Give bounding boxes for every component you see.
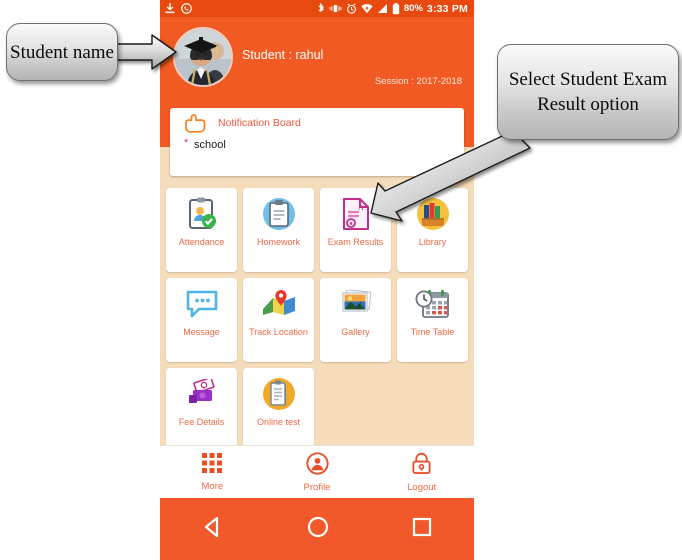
battery-percent: 80% <box>403 3 423 14</box>
nav-item-more[interactable]: More <box>160 452 265 492</box>
nav-item-logout[interactable]: Logout <box>369 452 474 493</box>
library-icon <box>416 191 450 237</box>
tile-label: Library <box>418 237 447 247</box>
square-recents-icon[interactable] <box>412 517 432 542</box>
notification-bullet: * <box>184 137 189 149</box>
bottom-navigation-bar: More Profile Logout <box>160 445 474 498</box>
status-bar: 80% 3:33 PM <box>160 0 474 17</box>
callout-student-name: Student name <box>6 23 118 81</box>
grid-row: Attendance Homework A Exam Results Libra… <box>160 188 474 278</box>
nav-item-label: Profile <box>303 481 331 493</box>
alarm-icon <box>346 3 357 14</box>
bluetooth-icon <box>317 2 325 15</box>
track-location-icon <box>261 281 297 327</box>
tile-label: Exam Results <box>327 237 384 247</box>
clock-time: 3:33 PM <box>426 2 468 15</box>
notification-item: school <box>194 139 226 151</box>
nav-item-label: Logout <box>407 481 437 493</box>
nav-item-profile[interactable]: Profile <box>265 451 370 493</box>
whatsapp-icon <box>181 3 192 14</box>
tile-label: Fee Details <box>178 417 225 427</box>
tile-gallery[interactable]: Gallery <box>320 278 391 362</box>
tile-message[interactable]: Message <box>166 278 237 362</box>
android-system-navigation <box>160 498 474 560</box>
grid-more-icon <box>201 452 223 479</box>
triangle-back-icon[interactable] <box>202 516 224 543</box>
notification-board-card[interactable]: Notification Board * school <box>170 108 464 176</box>
svg-text:A: A <box>358 203 364 212</box>
download-icon <box>165 3 175 14</box>
circle-home-icon[interactable] <box>307 516 329 543</box>
gallery-icon <box>339 281 373 327</box>
phone-screen: 80% 3:33 PM Student: rahul Session: 20… <box>160 0 474 560</box>
callout-select-exam-result: Select Student Exam Result option <box>497 44 679 140</box>
status-bar-left-icons <box>160 3 192 14</box>
tile-library[interactable]: Library <box>397 188 468 272</box>
lock-logout-icon <box>411 452 432 480</box>
tile-fee-details[interactable]: Fee Details <box>166 368 237 452</box>
grid-empty-slot <box>320 368 391 452</box>
app-header: Student : rahul Session : 2017-2018 Noti… <box>160 17 474 176</box>
time-table-icon <box>415 281 451 327</box>
grid-row: Message Track Location Gallery Time Tabl… <box>160 278 474 368</box>
screenshot-root: 80% 3:33 PM Student: rahul Session: 20… <box>0 0 682 560</box>
online-test-icon <box>262 371 296 417</box>
nav-item-label: More <box>201 481 224 492</box>
notification-board-title: Notification Board <box>218 117 301 129</box>
vibrate-icon <box>329 3 342 14</box>
tile-time-table[interactable]: Time Table <box>397 278 468 362</box>
tile-label: Message <box>183 327 220 337</box>
homework-icon <box>262 191 296 237</box>
feature-grid: Attendance Homework A Exam Results Libra… <box>160 188 474 458</box>
student-avatar[interactable] <box>173 27 233 87</box>
tile-attendance[interactable]: Attendance <box>166 188 237 272</box>
pointing-hand-icon <box>184 114 206 138</box>
tile-label: Time Table <box>410 327 455 337</box>
battery-icon <box>392 2 400 15</box>
profile-person-icon <box>305 451 329 480</box>
tile-label: Attendance <box>178 237 225 247</box>
tile-label: Homework <box>256 237 300 247</box>
tile-homework[interactable]: Homework <box>243 188 314 272</box>
wifi-icon <box>361 3 373 14</box>
grid-empty-slot <box>397 368 468 452</box>
status-bar-right-icons: 80% 3:33 PM <box>317 2 474 15</box>
exam-results-icon: A <box>341 191 371 237</box>
tile-exam-results[interactable]: A Exam Results <box>320 188 391 272</box>
student-name-label: Student : rahul <box>242 48 324 62</box>
session-label: Session : 2017-2018 <box>374 76 462 87</box>
signal-icon <box>377 3 388 14</box>
tile-track-location[interactable]: Track Location <box>243 278 314 362</box>
fee-details-icon <box>185 371 219 417</box>
message-icon <box>185 281 219 327</box>
tile-label: Track Location <box>249 327 308 337</box>
tile-label: Online test <box>256 417 301 427</box>
tile-label: Gallery <box>341 327 370 337</box>
attendance-icon <box>186 191 218 237</box>
tile-online-test[interactable]: Online test <box>243 368 314 452</box>
